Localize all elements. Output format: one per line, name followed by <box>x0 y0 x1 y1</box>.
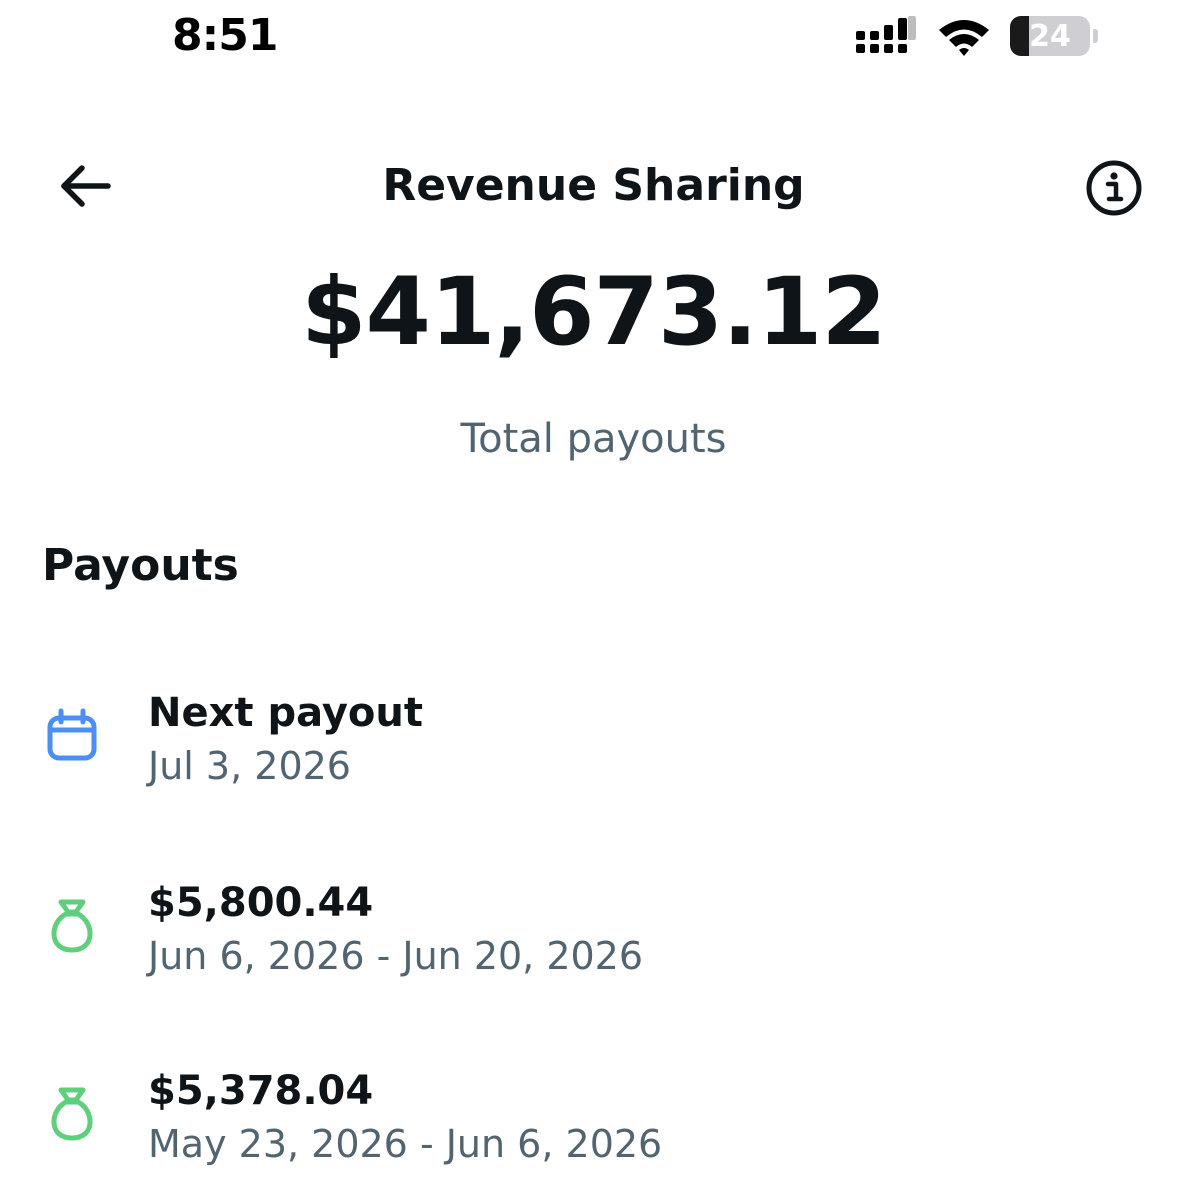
status-bar: 8:51 24 <box>0 0 1187 80</box>
payout-amount: $5,378.04 <box>148 1068 374 1114</box>
next-payout-row[interactable]: Next payout Jul 3, 2026 <box>0 680 1187 810</box>
cellular-signal-icon <box>856 16 916 53</box>
revenue-sharing-screen: 8:51 24 Revenue Sharing $41,673.12 Total… <box>0 0 1187 1200</box>
battery-indicator: 24 <box>1010 16 1090 56</box>
battery-level: 24 <box>1029 18 1071 54</box>
money-bag-icon <box>51 1087 93 1141</box>
payout-period: Jun 6, 2026 - Jun 20, 2026 <box>148 934 644 978</box>
page-title: Revenue Sharing <box>382 160 805 211</box>
next-payout-title: Next payout <box>148 690 423 736</box>
total-payouts-label: Total payouts <box>460 416 727 462</box>
total-payouts-amount: $41,673.12 <box>301 258 887 367</box>
calendar-icon <box>47 708 97 761</box>
money-bag-icon <box>51 899 93 953</box>
payout-amount: $5,800.44 <box>148 880 374 926</box>
status-time: 8:51 <box>172 10 278 61</box>
next-payout-date: Jul 3, 2026 <box>148 744 351 788</box>
wifi-icon <box>939 20 989 56</box>
payout-period: May 23, 2026 - Jun 6, 2026 <box>148 1122 663 1166</box>
payout-item[interactable]: $5,378.04 May 23, 2026 - Jun 6, 2026 <box>0 1058 1187 1188</box>
payout-item[interactable]: $5,800.44 Jun 6, 2026 - Jun 20, 2026 <box>0 870 1187 1000</box>
battery-cap <box>1093 29 1098 43</box>
payouts-heading: Payouts <box>42 540 239 591</box>
info-circle-icon[interactable] <box>1085 159 1143 217</box>
